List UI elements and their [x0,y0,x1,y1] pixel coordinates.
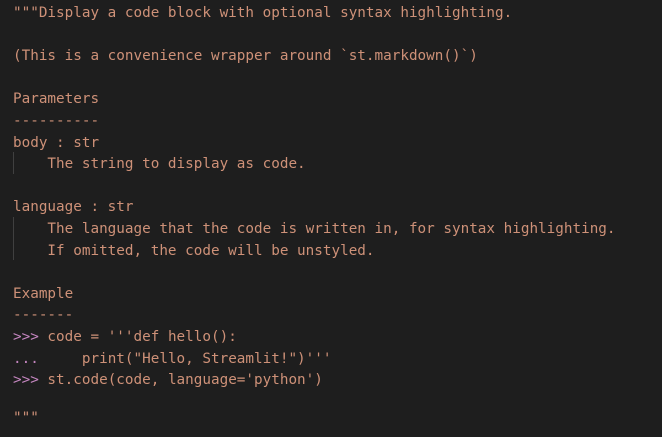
doctest-prompt: >>> [13,329,39,345]
code-line-5: Parameters [13,91,100,108]
code-editor[interactable]: """Display a code block with optional sy… [0,0,662,437]
code-line-6: ---------- [13,113,100,129]
code-line-11: The language that the code is written in… [13,221,616,237]
code-line-3: (This is a convenience wrapper around `s… [13,48,478,65]
code-line-10: language : str [13,199,134,216]
doctest-code: print("Hello, Streamlit!")''' [38,350,332,367]
doctest-line-1: >>> code = '''def hello(): [13,327,237,349]
code-line-1: """Display a code block with optional sy… [13,5,513,21]
doctest-line-2: ... print("Hello, Streamlit!")''' [13,349,331,371]
doctest-prompt: >>> [13,372,39,389]
code-line-15: ------- [13,307,74,324]
code-line-7: body : str [13,134,100,151]
doctest-line-3: >>> st.code(code, language='python') [13,370,323,392]
code-line-8: The string to display as code. [13,156,306,173]
doctest-code: code = '''def hello(): [38,329,237,345]
code-line-14: Example [13,285,74,302]
doctest-code: st.code(code, language='python') [38,372,323,389]
code-line-12: If omitted, the code will be unstyled. [13,242,375,259]
code-line-20: """ [13,410,39,426]
doctest-continuation-prompt: ... [13,350,39,367]
